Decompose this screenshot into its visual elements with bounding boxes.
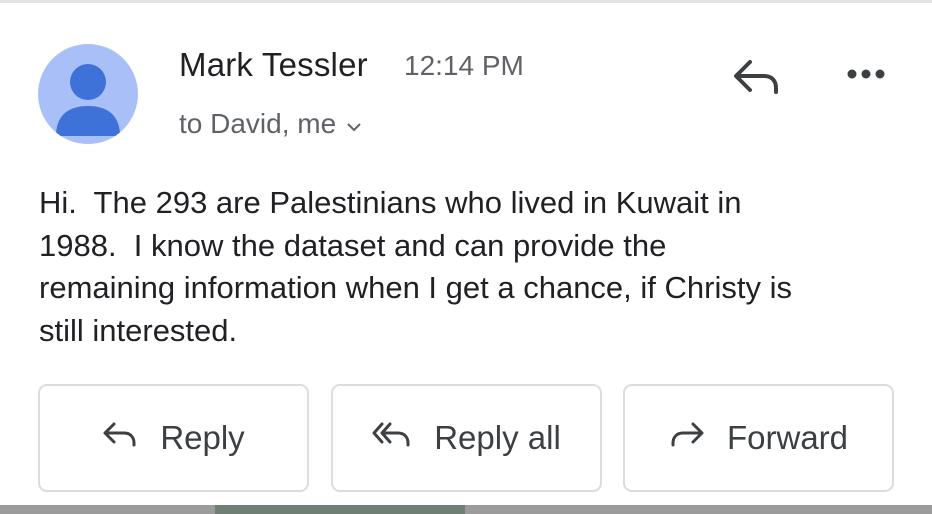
more-options-button[interactable] (838, 58, 894, 90)
person-icon (56, 64, 120, 136)
reply-button[interactable]: Reply (38, 384, 309, 492)
body-line: remaining information when I get a chanc… (39, 270, 792, 305)
chevron-down-icon (346, 108, 362, 140)
message-time: 12:14 PM (404, 50, 524, 81)
bottom-edge (0, 505, 932, 514)
message-body: Hi. The 293 are Palestinians who lived i… (39, 182, 909, 352)
sender-name[interactable]: Mark Tessler (179, 46, 368, 84)
reply-icon-button[interactable] (730, 52, 782, 100)
reply-icon (734, 60, 778, 94)
reply-icon (102, 419, 138, 457)
more-options-icon (847, 69, 885, 79)
forward-button[interactable]: Forward (623, 384, 894, 492)
email-view: Mark Tessler 12:14 PM to David, me Hi. T… (0, 0, 932, 514)
avatar[interactable] (38, 44, 138, 144)
body-line: still interested. (39, 312, 238, 348)
bottom-edge-segment (215, 505, 465, 514)
forward-icon (669, 419, 705, 457)
body-line: 1988. I know the dataset and can provide… (39, 227, 667, 263)
recipients-label: to David, me (179, 108, 337, 139)
forward-button-label: Forward (726, 419, 849, 456)
reply-button-label: Reply (160, 419, 245, 456)
reply-all-button[interactable]: Reply all (331, 384, 602, 492)
reply-all-icon (372, 419, 412, 457)
top-divider (0, 0, 932, 3)
reply-all-button-label: Reply all (434, 419, 561, 456)
recipients-toggle[interactable]: to David, me (179, 108, 362, 140)
body-line: Hi. The 293 are Palestinians who lived i… (39, 185, 742, 220)
